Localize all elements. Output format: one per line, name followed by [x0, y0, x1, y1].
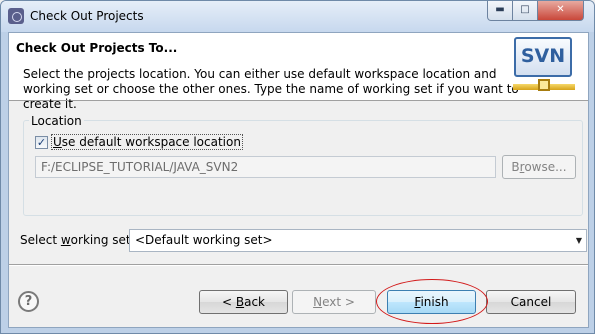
use-default-location-text: Use default workspace location	[53, 135, 241, 149]
wizard-page-title: Check Out Projects To...	[16, 41, 178, 55]
footer-separator	[9, 264, 588, 266]
title-bar[interactable]: Check Out Projects ▬ □ ✕	[1, 1, 594, 32]
eclipse-icon	[8, 8, 24, 24]
use-default-location-label[interactable]: Use default workspace location	[51, 134, 243, 150]
svn-logo-text: SVN	[514, 37, 572, 77]
check-out-projects-dialog: Check Out Projects ▬ □ ✕ Check Out Proje…	[0, 0, 595, 334]
working-set-combo[interactable]: <Default working set> ▼	[129, 229, 587, 252]
minimize-button[interactable]: ▬	[487, 1, 513, 21]
dialog-client-area: Check Out Projects To... Select the proj…	[8, 32, 589, 328]
location-path-field[interactable]: F:/ECLIPSE_TUTORIAL/JAVA_SVN2	[35, 156, 496, 178]
working-set-value: <Default working set>	[135, 233, 273, 247]
close-button[interactable]: ✕	[538, 1, 584, 21]
svn-logo-connector	[538, 79, 550, 91]
cancel-button[interactable]: Cancel	[486, 290, 576, 314]
wizard-page-description: Select the projects location. You can ei…	[23, 67, 519, 111]
working-set-label: Select working set:	[20, 233, 135, 247]
chevron-down-icon[interactable]: ▼	[576, 230, 582, 251]
maximize-button[interactable]: □	[513, 1, 538, 21]
help-icon[interactable]: ?	[18, 291, 39, 312]
window-title: Check Out Projects	[30, 9, 144, 23]
svn-logo-icon: SVN	[513, 35, 575, 99]
location-group-label: Location	[29, 114, 84, 128]
back-button[interactable]: < Back	[199, 290, 288, 314]
wizard-banner: Check Out Projects To... Select the proj…	[9, 33, 588, 111]
browse-button[interactable]: Browse...	[502, 155, 576, 179]
finish-highlight-annotation	[376, 279, 488, 324]
use-default-location-checkbox[interactable]: ✓	[35, 136, 48, 149]
next-button[interactable]: Next >	[292, 290, 376, 314]
